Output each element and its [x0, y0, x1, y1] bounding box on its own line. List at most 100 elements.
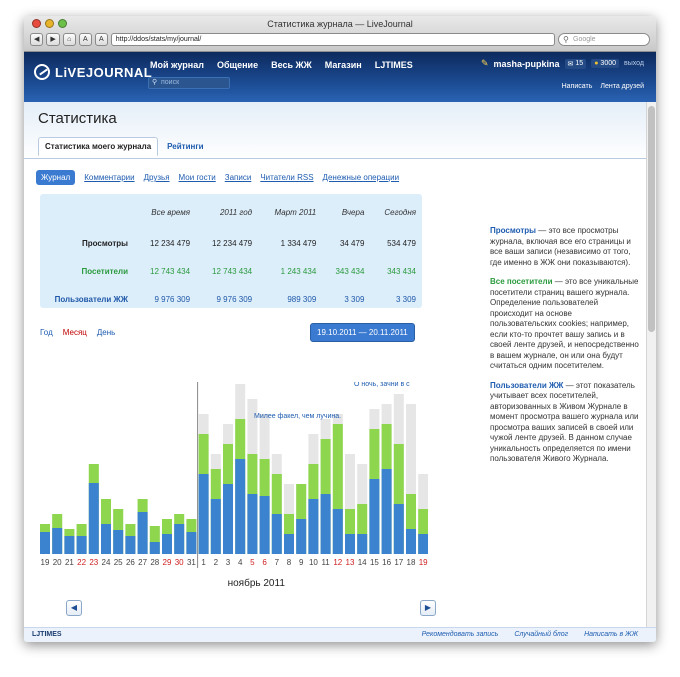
visits-chart: 19 20 21 22 23 24 25 26 27 28 29 30 31 1 2 3 4 5 6 7 8 9 10 11 1…: [40, 381, 441, 589]
post-link[interactable]: Написать: [562, 83, 593, 90]
bar-lj-users: [259, 496, 270, 554]
tabs: Статистика моего журнала Рейтинги: [38, 137, 211, 156]
bar-lj-users: [137, 512, 148, 554]
bar-lj-users: [186, 532, 197, 554]
username[interactable]: masha-pupkina: [494, 59, 560, 69]
text-smaller-button[interactable]: A: [78, 33, 92, 46]
chevron-left-icon: ◀: [70, 603, 78, 612]
search-icon: ⚲: [152, 79, 158, 86]
tick-label: 2: [214, 558, 219, 567]
back-button[interactable]: ◀: [30, 33, 44, 46]
bar-lj-users: [64, 536, 75, 554]
tabs-divider: [24, 158, 646, 159]
envelope-icon: ✉: [567, 60, 574, 68]
forward-button[interactable]: ▶: [46, 33, 60, 46]
bar-lj-users: [308, 499, 319, 554]
tokens-badge[interactable]: ● 3000: [591, 59, 619, 68]
cell-value: 12 234 479: [212, 238, 253, 248]
bar-lj-users: [235, 459, 246, 554]
bar-lj-users: [210, 499, 221, 554]
tick-label: 1: [201, 558, 206, 567]
ljtimes-logo[interactable]: LJTIMES: [32, 631, 62, 638]
period-month[interactable]: Месяц: [63, 328, 87, 337]
messages-badge[interactable]: ✉ 15: [564, 58, 587, 69]
chart-next-button[interactable]: ▶: [420, 600, 436, 616]
site-search-input[interactable]: ⚲ поиск: [148, 77, 230, 89]
user-icon: ✎: [480, 58, 489, 68]
month-label: ноябрь 2011: [228, 577, 286, 589]
text-larger-button[interactable]: A: [94, 33, 108, 46]
nav-all-lj[interactable]: Весь ЖЖ: [271, 60, 312, 70]
bar-lj-users: [76, 536, 87, 554]
friends-feed-link[interactable]: Лента друзей: [600, 83, 644, 90]
bar-lj-users: [332, 509, 343, 554]
bar-lj-users: [113, 530, 124, 554]
bar-lj-users: [198, 474, 209, 554]
cell-value: 343 434: [335, 266, 365, 276]
bar-lj-users: [345, 534, 355, 554]
logo-icon: [34, 64, 50, 80]
bar-lj-users: [149, 542, 160, 554]
address-bar[interactable]: http://ddos/stats/my/journal/: [110, 33, 555, 46]
date-range-button[interactable]: 19.10.2011 — 20.11.2011: [310, 323, 415, 342]
subnav-guests[interactable]: Мои гости: [179, 173, 216, 182]
page-scrollbar[interactable]: [646, 102, 656, 627]
nav-community[interactable]: Общение: [217, 60, 258, 70]
browser-search-input[interactable]: ⚲ Google: [558, 33, 650, 46]
cell-value: 9 976 309: [154, 294, 191, 304]
bar-lj-users: [88, 483, 99, 554]
livejournal-logo[interactable]: LiVEJOURNAL: [34, 64, 152, 80]
tick-label: 17: [394, 558, 403, 567]
window-title: Статистика журнала — LiveJournal: [267, 19, 413, 29]
bar-lj-users: [369, 479, 380, 554]
chevron-right-icon: ▶: [424, 603, 432, 612]
tick-label: 8: [287, 558, 292, 567]
period-year[interactable]: Год: [40, 328, 53, 337]
col-header: Март 2011: [274, 207, 317, 217]
tick-label: 6: [262, 558, 267, 567]
subnav-posts[interactable]: Записи: [225, 173, 252, 182]
tick-label: 28: [150, 558, 159, 567]
tick-label: 14: [358, 558, 367, 567]
bar-lj-users: [418, 534, 429, 554]
browser-window: Статистика журнала — LiveJournal ◀ ▶ ⌂ A…: [24, 16, 656, 642]
bar-lj-users: [101, 524, 111, 554]
write-link[interactable]: Написать в ЖЖ: [584, 631, 638, 638]
bar-lj-users: [223, 484, 233, 554]
desc-visitors: — это все уникальные посетители страниц …: [490, 277, 639, 370]
tick-label: 19: [419, 558, 428, 567]
tick-label: 5: [250, 558, 255, 567]
cell-value: 3 309: [344, 294, 365, 304]
subnav-journal[interactable]: Журнал: [36, 170, 76, 185]
tick-label: 23: [89, 558, 98, 567]
scrollbar-thumb[interactable]: [648, 106, 655, 332]
nav-ljtimes[interactable]: LJTIMES: [375, 60, 413, 70]
tick-label: 3: [226, 558, 231, 567]
period-day[interactable]: День: [97, 328, 115, 337]
tick-label: 13: [346, 558, 355, 567]
tick-label: 20: [53, 558, 62, 567]
tab-ratings[interactable]: Рейтинги: [160, 137, 210, 156]
col-header: Сегодня: [384, 207, 416, 217]
cell-value: 989 309: [287, 294, 317, 304]
subnav-money[interactable]: Денежные операции: [323, 173, 399, 182]
home-button[interactable]: ⌂: [62, 33, 76, 46]
chart-prev-button[interactable]: ◀: [66, 600, 82, 616]
nav-my-journal[interactable]: Мой журнал: [150, 60, 204, 70]
subnav-friends[interactable]: Друзья: [144, 173, 170, 182]
logout-link[interactable]: выход: [624, 60, 644, 67]
page-content: Статистика Статистика моего журнала Рейт…: [24, 102, 646, 627]
term-visitors: Все посетители: [490, 277, 553, 286]
subnav-rss-readers[interactable]: Читатели RSS: [260, 173, 313, 182]
tab-my-journal-stats[interactable]: Статистика моего журнала: [38, 137, 159, 156]
random-blog-link[interactable]: Случайный блог: [514, 631, 568, 638]
bar-lj-users: [174, 524, 185, 554]
cell-value: 9 976 309: [216, 294, 253, 304]
recommend-link[interactable]: Рекомендовать запись: [422, 631, 499, 638]
nav-shop[interactable]: Магазин: [325, 60, 362, 70]
bar-lj-users: [247, 494, 258, 554]
bar-lj-users: [271, 514, 282, 554]
subnav-comments[interactable]: Комментарии: [84, 173, 134, 182]
bar-lj-users: [357, 534, 368, 554]
lj-header: LiVEJOURNAL Мой журнал Общение Весь ЖЖ М…: [24, 52, 656, 102]
